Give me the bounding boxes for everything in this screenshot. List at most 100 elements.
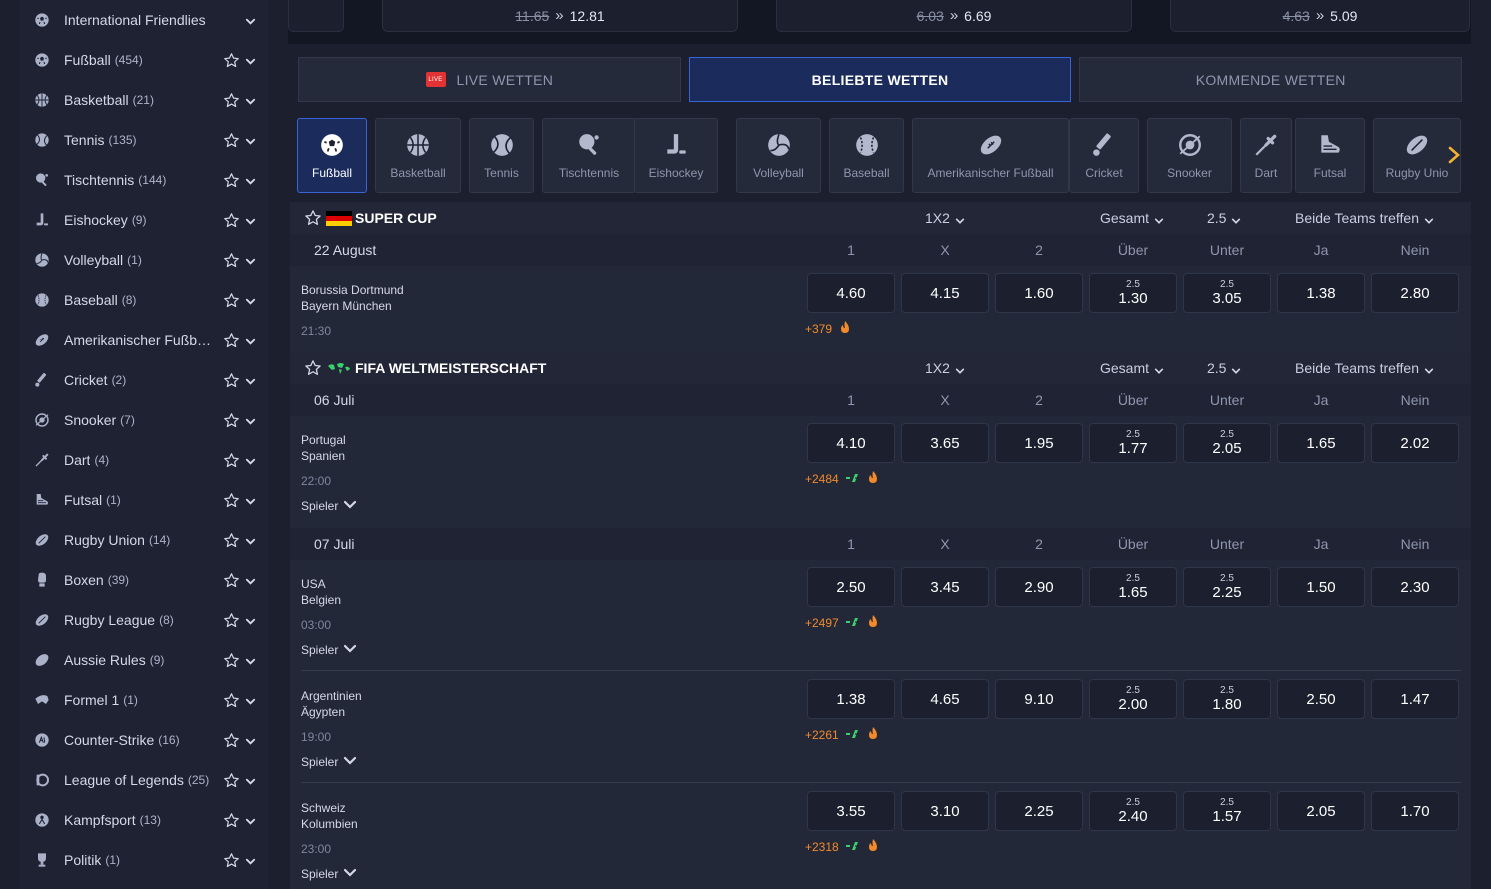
- odds-button-1[interactable]: 4.60: [807, 273, 895, 313]
- market-btts-dropdown[interactable]: Beide Teams treffen: [1295, 210, 1434, 226]
- sport-tab-tennis[interactable]: Tennis: [469, 118, 534, 193]
- match-row[interactable]: Borussia Dortmund Bayern München 21:30 4.60…: [290, 266, 1471, 352]
- sport-tab-amerikanischer-fu-ball[interactable]: Amerikanischer Fußball: [912, 118, 1069, 193]
- sidebar-item-futsal[interactable]: Futsal (1): [20, 480, 268, 520]
- chevron-down-icon[interactable]: [245, 854, 256, 865]
- odds-button-ja[interactable]: 2.50: [1277, 679, 1365, 719]
- sidebar-item-league-of-legends[interactable]: League of Legends (25): [20, 760, 268, 800]
- sidebar-item-fu-ball[interactable]: Fußball (454): [20, 40, 268, 80]
- market-1x2-dropdown[interactable]: 1X2: [925, 360, 965, 376]
- player-markets-toggle[interactable]: Spieler: [301, 643, 357, 657]
- sidebar-item-politik[interactable]: Politik (1): [20, 840, 268, 880]
- odds-button-ber[interactable]: 2.5 1.30: [1089, 273, 1177, 313]
- chevron-down-icon[interactable]: [245, 534, 256, 545]
- sidebar-item-formel-1[interactable]: Formel 1 (1): [20, 680, 268, 720]
- chevron-down-icon[interactable]: [245, 94, 256, 105]
- favorite-star-icon[interactable]: [223, 852, 240, 869]
- match-row[interactable]: Portugal Spanien 22:00 Spieler 4.10 3.65 1.95 2…: [290, 416, 1471, 528]
- odds-button-ja[interactable]: 1.65: [1277, 423, 1365, 463]
- more-markets-link[interactable]: +2484: [805, 470, 879, 487]
- odds-button-x[interactable]: 3.45: [901, 567, 989, 607]
- chevron-down-icon[interactable]: [245, 614, 256, 625]
- favorite-star-icon[interactable]: [223, 572, 240, 589]
- sidebar-item-tennis[interactable]: Tennis (135): [20, 120, 268, 160]
- odds-button-unter[interactable]: 2.5 2.05: [1183, 423, 1271, 463]
- chevron-down-icon[interactable]: [245, 694, 256, 705]
- odds-button-nein[interactable]: 1.47: [1371, 679, 1459, 719]
- odds-button-2[interactable]: 2.25: [995, 791, 1083, 831]
- chevron-down-icon[interactable]: [245, 814, 256, 825]
- sport-tab-baseball[interactable]: Baseball: [829, 118, 904, 193]
- favorite-star-icon[interactable]: [223, 292, 240, 309]
- favorite-star-icon[interactable]: [223, 732, 240, 749]
- tab-upcoming-bets[interactable]: KOMMENDE WETTEN: [1079, 57, 1463, 102]
- chevron-down-icon[interactable]: [245, 414, 256, 425]
- sidebar-item-volleyball[interactable]: Volleyball (1): [20, 240, 268, 280]
- chevron-down-icon[interactable]: [245, 494, 256, 505]
- favorite-star-icon[interactable]: [223, 692, 240, 709]
- player-markets-toggle[interactable]: Spieler: [301, 499, 357, 513]
- match-row[interactable]: USA Belgien 03:00 Spieler 2.50 3.45 2.90 2.5 1.6…: [290, 560, 1471, 672]
- featured-card[interactable]: 11.65 » 12.81: [382, 0, 738, 32]
- odds-button-ber[interactable]: 2.5 1.65: [1089, 567, 1177, 607]
- favorite-star-icon[interactable]: [223, 92, 240, 109]
- market-btts-dropdown[interactable]: Beide Teams treffen: [1295, 360, 1434, 376]
- favorite-star-icon[interactable]: [223, 652, 240, 669]
- tab-live-bets[interactable]: LIVE LIVE WETTEN: [298, 57, 681, 102]
- chevron-down-icon[interactable]: [245, 14, 256, 25]
- sport-tab-snooker[interactable]: Snooker: [1147, 118, 1232, 193]
- sidebar-item-boxen[interactable]: Boxen (39): [20, 560, 268, 600]
- market-1x2-dropdown[interactable]: 1X2: [925, 210, 965, 226]
- chevron-down-icon[interactable]: [245, 734, 256, 745]
- chevron-down-icon[interactable]: [245, 334, 256, 345]
- chevron-down-icon[interactable]: [245, 294, 256, 305]
- odds-button-ber[interactable]: 2.5 2.40: [1089, 791, 1177, 831]
- favorite-star-icon[interactable]: [223, 612, 240, 629]
- market-total-dropdown[interactable]: Gesamt: [1100, 210, 1164, 226]
- sidebar-item-snooker[interactable]: Snooker (7): [20, 400, 268, 440]
- sidebar-item-rugby-union[interactable]: Rugby Union (14): [20, 520, 268, 560]
- sidebar-item-baseball[interactable]: Baseball (8): [20, 280, 268, 320]
- chevron-down-icon[interactable]: [245, 174, 256, 185]
- match-row[interactable]: Schweiz Kolumbien 23:00 Spieler 3.55 3.10 2.25…: [290, 782, 1471, 889]
- sport-tab-futsal[interactable]: Futsal: [1295, 118, 1365, 193]
- market-total-dropdown[interactable]: Gesamt: [1100, 360, 1164, 376]
- chevron-down-icon[interactable]: [245, 134, 256, 145]
- featured-card[interactable]: 6.03 » 6.69: [776, 0, 1132, 32]
- favorite-star-icon[interactable]: [223, 132, 240, 149]
- sport-tab-fu-ball[interactable]: Fußball: [297, 118, 367, 193]
- odds-button-1[interactable]: 2.50: [807, 567, 895, 607]
- sidebar-item-rugby-league[interactable]: Rugby League (8): [20, 600, 268, 640]
- sidebar-item-international-friendlies[interactable]: International Friendlies: [20, 0, 268, 40]
- favorite-star-icon[interactable]: [223, 492, 240, 509]
- odds-button-ber[interactable]: 2.5 2.00: [1089, 679, 1177, 719]
- sidebar-item-aussie-rules[interactable]: Aussie Rules (9): [20, 640, 268, 680]
- more-markets-link[interactable]: +2318: [805, 838, 879, 855]
- favorite-star-icon[interactable]: [223, 252, 240, 269]
- sidebar-item-kampfsport[interactable]: Kampfsport (13): [20, 800, 268, 840]
- favorite-star-icon[interactable]: [223, 452, 240, 469]
- sidebar-item-amerikanischer-fu-ball[interactable]: Amerikanischer Fußball ...: [20, 320, 268, 360]
- favorite-star-icon[interactable]: [223, 172, 240, 189]
- odds-button-x[interactable]: 3.10: [901, 791, 989, 831]
- chevron-right-icon[interactable]: [1446, 145, 1464, 165]
- market-line-dropdown[interactable]: 2.5: [1207, 360, 1241, 376]
- odds-button-ja[interactable]: 1.50: [1277, 567, 1365, 607]
- sport-tab-tischtennis[interactable]: Tischtennis: [542, 118, 636, 193]
- sidebar-item-eishockey[interactable]: Eishockey (9): [20, 200, 268, 240]
- odds-button-2[interactable]: 1.60: [995, 273, 1083, 313]
- chevron-down-icon[interactable]: [245, 654, 256, 665]
- sport-tab-dart[interactable]: Dart: [1240, 118, 1292, 193]
- odds-button-2[interactable]: 1.95: [995, 423, 1083, 463]
- odds-button-nein[interactable]: 2.80: [1371, 273, 1459, 313]
- favorite-star-icon[interactable]: [223, 412, 240, 429]
- player-markets-toggle[interactable]: Spieler: [301, 867, 357, 881]
- odds-button-x[interactable]: 4.15: [901, 273, 989, 313]
- odds-button-nein[interactable]: 2.02: [1371, 423, 1459, 463]
- favorite-star-icon[interactable]: [223, 332, 240, 349]
- odds-button-x[interactable]: 3.65: [901, 423, 989, 463]
- more-markets-link[interactable]: +379: [805, 320, 851, 337]
- sport-tab-cricket[interactable]: Cricket: [1069, 118, 1139, 193]
- odds-button-2[interactable]: 2.90: [995, 567, 1083, 607]
- featured-card[interactable]: [288, 0, 344, 32]
